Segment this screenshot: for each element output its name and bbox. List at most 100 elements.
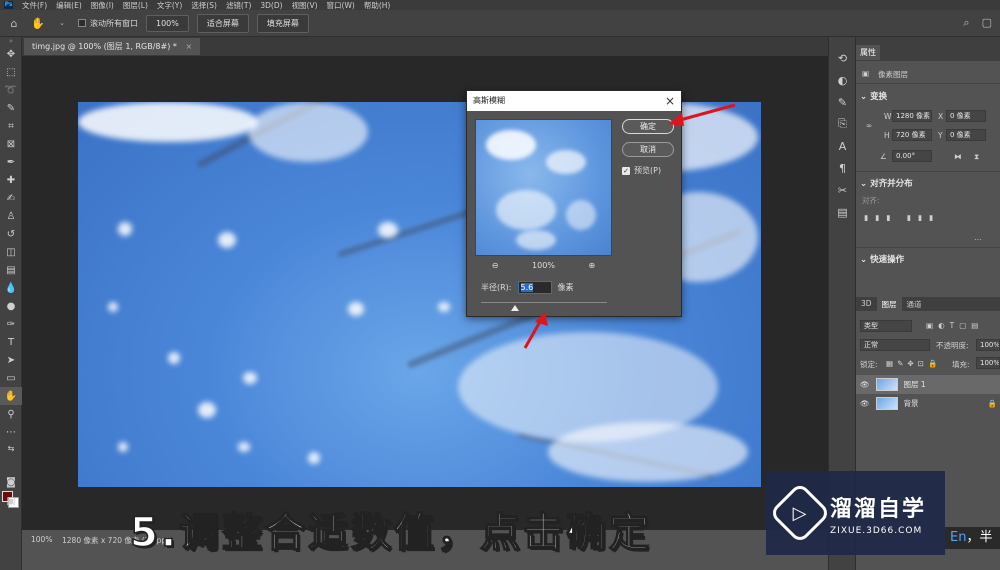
menu-3d[interactable]: 3D(D)	[260, 1, 282, 10]
clone-source-icon[interactable]: ⎘	[829, 113, 856, 135]
zoom-100-button[interactable]: 100%	[146, 14, 189, 32]
swap-colors-icon[interactable]: ⇆	[0, 441, 22, 455]
layer-filter-icons[interactable]: ▣◐T▢▤	[926, 321, 983, 330]
character-icon[interactable]: A	[829, 135, 856, 157]
menu-layer[interactable]: 图层(L)	[123, 0, 148, 11]
tools-icon[interactable]: ✂	[829, 179, 856, 201]
gradient-tool-icon[interactable]: ▤	[0, 261, 22, 279]
ime-indicator[interactable]: En，半	[945, 527, 1000, 549]
pen-tool-icon[interactable]: ✑	[0, 315, 22, 333]
hand-tool-active-icon[interactable]: ✋	[0, 387, 22, 405]
scroll-all-windows-checkbox[interactable]: 滚动所有窗口	[78, 18, 138, 29]
menu-image[interactable]: 图像(I)	[91, 0, 114, 11]
menu-filter[interactable]: 滤镜(T)	[226, 0, 251, 11]
preview-checkbox[interactable]: ✓ 预览(P)	[622, 165, 661, 176]
healing-brush-tool-icon[interactable]: ✚	[0, 171, 22, 189]
radius-slider-track[interactable]	[481, 302, 607, 303]
menu-file[interactable]: 文件(F)	[22, 0, 47, 11]
divider	[856, 171, 1000, 172]
menu-edit[interactable]: 编辑(E)	[56, 0, 82, 11]
flip-vertical-icon[interactable]: ⧗	[974, 152, 979, 162]
cancel-button[interactable]: 取消	[622, 142, 674, 157]
more-options-icon[interactable]: ⋯	[974, 235, 982, 244]
menu-view[interactable]: 视图(V)	[292, 0, 318, 11]
rectangle-tool-icon[interactable]: ▭	[0, 369, 22, 387]
eye-icon[interactable]: 👁	[860, 399, 870, 408]
quick-select-tool-icon[interactable]: ✎	[0, 99, 22, 117]
fill-screen-button[interactable]: 填充屏幕	[256, 13, 309, 33]
radius-input[interactable]: 5.6	[517, 281, 552, 294]
opacity-field[interactable]: 100%	[976, 339, 1000, 351]
checkmark-icon[interactable]: ✓	[622, 166, 630, 175]
flip-horizontal-icon[interactable]: ⧓	[954, 152, 962, 161]
layer-name[interactable]: 背景	[904, 398, 919, 409]
ime-lang[interactable]: En	[950, 530, 966, 545]
preview-label: 预览(P)	[634, 166, 662, 175]
zoom-tool-icon[interactable]: ⚲	[0, 405, 22, 423]
checkbox-box[interactable]	[78, 19, 86, 27]
paragraph-icon[interactable]: ¶	[829, 157, 856, 179]
radius-value[interactable]: 5.6	[520, 283, 534, 292]
hand-tool-icon[interactable]: ✋	[30, 17, 46, 30]
chevron-down-icon[interactable]: ⌄	[54, 19, 70, 27]
type-tool-icon[interactable]: T	[0, 333, 22, 351]
layer-row[interactable]: 👁 背景 🔒	[856, 394, 1000, 413]
close-tab-icon[interactable]: ×	[185, 42, 192, 51]
frame-tool-icon[interactable]: ⊠	[0, 135, 22, 153]
dodge-tool-icon[interactable]: ●	[0, 297, 22, 315]
tab-channels[interactable]: 通道	[902, 297, 927, 311]
tab-layers[interactable]: 图层	[876, 297, 902, 311]
layer-row[interactable]: 👁 图层 1	[856, 375, 1000, 394]
quick-mask-icon[interactable]: ◙	[0, 473, 22, 491]
tab-3d[interactable]: 3D	[856, 297, 877, 311]
document-tab[interactable]: timg.jpg @ 100% (图层 1, RGB/8#) * ×	[24, 38, 201, 55]
brush-tool-icon[interactable]: ✍	[0, 189, 22, 207]
y-field[interactable]: 0 像素	[946, 129, 986, 141]
fit-screen-button[interactable]: 适合屏幕	[196, 13, 249, 33]
eraser-tool-icon[interactable]: ◫	[0, 243, 22, 261]
history-icon[interactable]: ⟲	[829, 47, 856, 69]
blend-mode-select[interactable]: 正常	[860, 339, 930, 351]
move-tool-icon[interactable]: ✥	[0, 45, 22, 63]
snowflake	[168, 352, 180, 364]
watermark-title: 溜溜自学	[830, 496, 927, 522]
marquee-tool-icon[interactable]: ⬚	[0, 63, 22, 81]
blur-tool-icon[interactable]: 💧	[0, 279, 22, 297]
menu-type[interactable]: 文字(Y)	[157, 0, 182, 11]
workspace-icon[interactable]: ▢	[982, 16, 992, 30]
blur-preview[interactable]	[475, 119, 612, 256]
angle-field[interactable]: 0.00°	[892, 150, 932, 162]
align-buttons-icon[interactable]: ▮▮▮ ▮▮▮	[864, 213, 940, 222]
brush-settings-icon[interactable]: ✎	[829, 91, 856, 113]
search-icon[interactable]: ⌕	[963, 16, 969, 30]
adjustments-icon[interactable]: ◐	[829, 69, 856, 91]
history-brush-tool-icon[interactable]: ↺	[0, 225, 22, 243]
menu-window[interactable]: 窗口(W)	[327, 0, 355, 11]
tab-properties[interactable]: 属性	[856, 45, 880, 60]
menu-bar: Ps 文件(F) 编辑(E) 图像(I) 图层(L) 文字(Y) 选择(S) 滤…	[0, 0, 1000, 10]
eye-icon[interactable]: 👁	[860, 380, 870, 389]
lock-icons[interactable]: ▦✎✥⊡🔒	[886, 359, 941, 368]
menu-select[interactable]: 选择(S)	[191, 0, 217, 11]
path-select-tool-icon[interactable]: ➤	[0, 351, 22, 369]
zoom-out-icon[interactable]: ⊖	[492, 261, 499, 270]
notes-icon[interactable]: ▤	[829, 201, 856, 223]
home-icon[interactable]: ⌂	[6, 17, 22, 30]
more-tools-icon[interactable]: ⋯	[0, 423, 22, 441]
layer-kind-filter[interactable]: 类型	[860, 320, 912, 332]
clone-stamp-tool-icon[interactable]: ♙	[0, 207, 22, 225]
height-field[interactable]: 720 像素	[892, 129, 932, 141]
toolbar-grip[interactable]: »	[0, 37, 22, 45]
screen-mode-icon[interactable]: ▣	[0, 492, 22, 510]
zoom-in-icon[interactable]: ⊕	[588, 261, 595, 270]
width-field[interactable]: 1280 像素	[892, 110, 932, 122]
fill-field[interactable]: 100%	[976, 357, 1000, 369]
lasso-tool-icon[interactable]: ➰	[0, 81, 22, 99]
dialog-titlebar[interactable]: 高斯模糊 ×	[467, 91, 681, 111]
crop-tool-icon[interactable]: ⌗	[0, 117, 22, 135]
link-icon[interactable]: ∞	[866, 121, 872, 130]
x-field[interactable]: 0 像素	[946, 110, 986, 122]
eyedropper-tool-icon[interactable]: ✒	[0, 153, 22, 171]
layer-name[interactable]: 图层 1	[904, 379, 926, 390]
menu-help[interactable]: 帮助(H)	[364, 0, 391, 11]
